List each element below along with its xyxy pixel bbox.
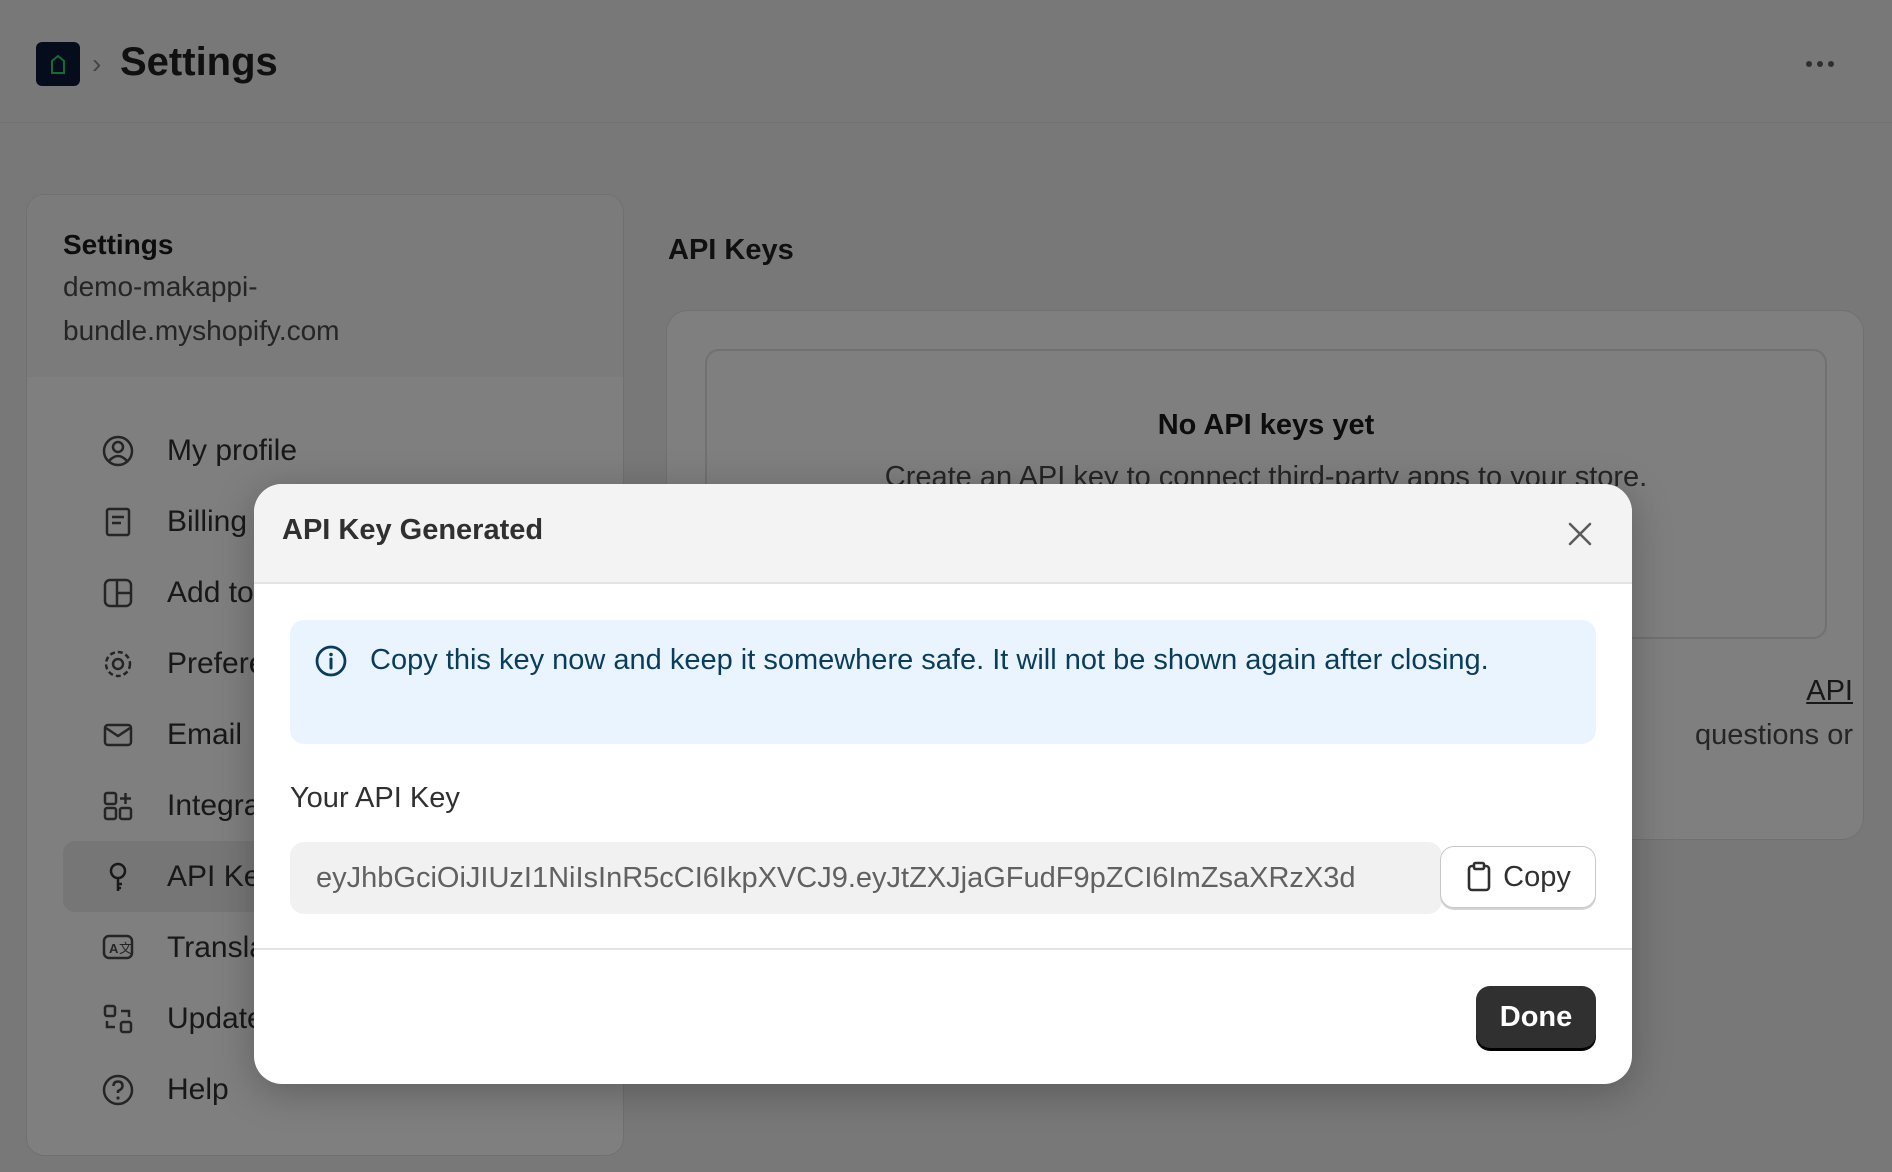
api-key-generated-modal: API Key Generated Copy this key now and … bbox=[254, 484, 1632, 1084]
api-key-label: Your API Key bbox=[290, 782, 460, 814]
copy-button-label: Copy bbox=[1503, 860, 1571, 893]
clipboard-icon bbox=[1467, 861, 1491, 892]
info-icon bbox=[315, 645, 347, 677]
info-banner-text: Copy this key now and keep it somewhere … bbox=[370, 644, 1489, 676]
close-icon bbox=[1568, 522, 1592, 546]
footer-divider bbox=[254, 948, 1632, 950]
copy-button[interactable]: Copy bbox=[1440, 846, 1596, 908]
close-button[interactable] bbox=[1560, 514, 1600, 554]
done-button[interactable]: Done bbox=[1476, 986, 1596, 1048]
modal-title: API Key Generated bbox=[282, 514, 544, 546]
api-key-field[interactable]: eyJhbGciOiJIUzI1NiIsInR5cCI6IkpXVCJ9.eyJ… bbox=[290, 842, 1442, 914]
info-banner: Copy this key now and keep it somewhere … bbox=[290, 620, 1596, 744]
modal-header: API Key Generated bbox=[254, 484, 1632, 584]
